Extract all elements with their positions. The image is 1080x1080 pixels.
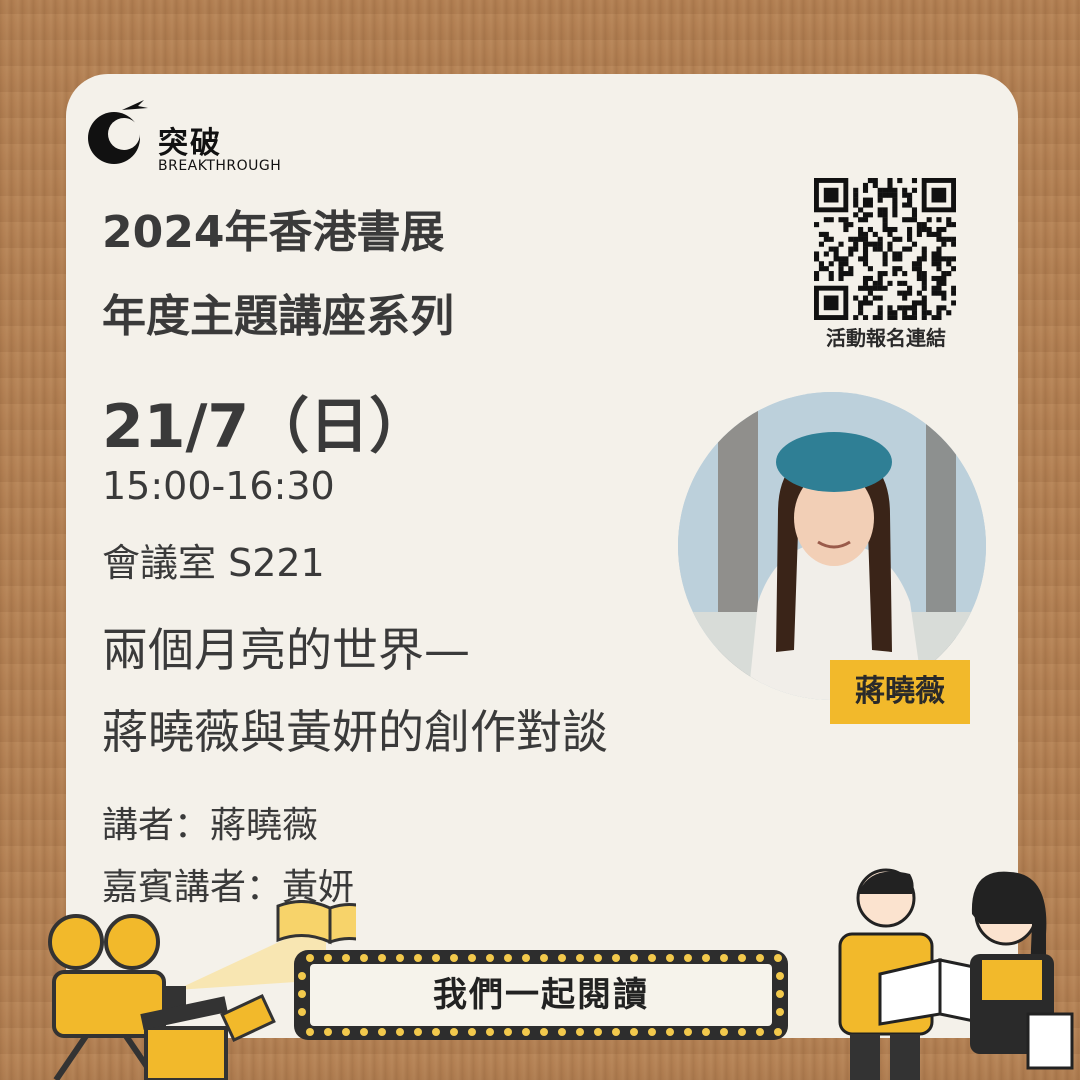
marquee-bulb [298, 972, 306, 980]
marquee-bulb [774, 954, 782, 962]
marquee-bulb [522, 954, 530, 962]
marquee-bulb [756, 1028, 764, 1036]
marquee-bulb [306, 1028, 314, 1036]
speaker-portrait-illustration [678, 392, 986, 700]
reading-banner: 我們一起閱讀 [294, 950, 788, 1040]
marquee-bulb [720, 954, 728, 962]
event-title-line1: 2024年香港書展 [102, 207, 445, 258]
brand-name-cn: 突破 [158, 126, 222, 161]
marquee-bulb [558, 1028, 566, 1036]
marquee-bulb [360, 954, 368, 962]
marquee-bulb [342, 1028, 350, 1036]
marquee-bulb [666, 954, 674, 962]
marquee-bulb [594, 1028, 602, 1036]
marquee-bulb [666, 1028, 674, 1036]
marquee-bulb [432, 954, 440, 962]
marquee-bulb [378, 1028, 386, 1036]
qr-label: 活動報名連結 [826, 326, 946, 350]
event-topic-line2: 蔣曉薇與黃妍的創作對談 [102, 705, 608, 759]
marquee-bulb [486, 954, 494, 962]
marquee-bulb [774, 1028, 782, 1036]
reading-banner-text: 我們一起閱讀 [310, 964, 772, 1026]
marquee-bulb [468, 1028, 476, 1036]
marquee-bulb [594, 954, 602, 962]
reading-kids-illustration [838, 868, 1074, 1080]
marquee-bulb [324, 954, 332, 962]
marquee-bulb [378, 954, 386, 962]
brand-name-en: BREAKTHROUGH [158, 158, 282, 174]
marquee-bulb [738, 954, 746, 962]
marquee-bulb [486, 1028, 494, 1036]
event-title-line2: 年度主題講座系列 [102, 291, 454, 342]
marquee-bulb [776, 990, 784, 998]
film-reel-icon [220, 994, 276, 1042]
marquee-bulb [684, 954, 692, 962]
marquee-bulb [648, 954, 656, 962]
speaker-photo [678, 392, 986, 700]
breakthrough-logo-icon [88, 100, 148, 164]
marquee-bulb [450, 954, 458, 962]
marquee-bulb [612, 1028, 620, 1036]
marquee-bulb [776, 972, 784, 980]
marquee-bulb [702, 1028, 710, 1036]
marquee-bulb [540, 1028, 548, 1036]
event-venue: 會議室 S221 [102, 541, 325, 585]
marquee-bulb [306, 954, 314, 962]
marquee-bulb [576, 1028, 584, 1036]
brand-logo: 突破 BREAKTHROUGH [86, 96, 286, 176]
marquee-bulb [396, 1028, 404, 1036]
marquee-bulb [630, 1028, 638, 1036]
qr-code-icon[interactable] [814, 178, 956, 320]
marquee-bulb [432, 1028, 440, 1036]
event-date: 21/7（日） [102, 392, 430, 462]
marquee-bulb [630, 954, 638, 962]
marquee-bulb [720, 1028, 728, 1036]
marquee-bulb [684, 1028, 692, 1036]
speaker-name-tag: 蔣曉薇 [830, 660, 970, 724]
marquee-bulb [414, 954, 422, 962]
marquee-bulb [414, 1028, 422, 1036]
marquee-bulb [396, 954, 404, 962]
event-time: 15:00-16:30 [102, 464, 335, 508]
marquee-bulb [504, 954, 512, 962]
marquee-bulb [450, 1028, 458, 1036]
marquee-bulb [738, 1028, 746, 1036]
marquee-bulb [298, 1008, 306, 1016]
marquee-bulb [468, 954, 476, 962]
marquee-bulb [360, 1028, 368, 1036]
marquee-bulb [612, 954, 620, 962]
marquee-bulb [298, 990, 306, 998]
marquee-bulb [324, 1028, 332, 1036]
marquee-bulb [342, 954, 350, 962]
marquee-bulb [540, 954, 548, 962]
marquee-bulb [756, 954, 764, 962]
marquee-bulb [558, 954, 566, 962]
marquee-bulb [576, 954, 584, 962]
marquee-bulb [504, 1028, 512, 1036]
event-speaker: 講者：蔣曉薇 [102, 805, 319, 846]
marquee-bulb [648, 1028, 656, 1036]
marquee-bulb [776, 1008, 784, 1016]
open-book-icon [276, 900, 356, 945]
marquee-bulb [522, 1028, 530, 1036]
marquee-bulb [702, 954, 710, 962]
event-topic-line1: 兩個月亮的世界— [102, 623, 470, 677]
